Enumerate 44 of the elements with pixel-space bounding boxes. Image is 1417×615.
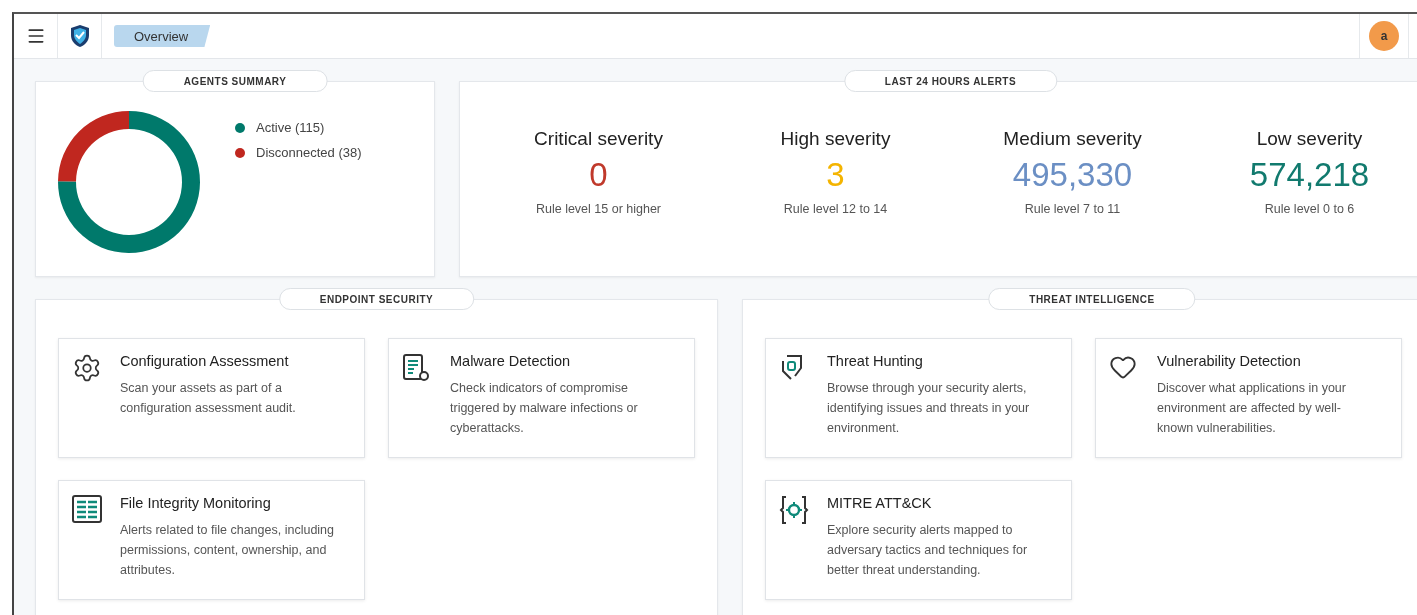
severity-label: Low severity: [1256, 128, 1363, 150]
alert-count: 574,218: [1249, 156, 1370, 194]
table-icon: [72, 495, 102, 523]
alert-count: 495,330: [1012, 156, 1133, 194]
card-description: Explore security alerts mapped to adversary tactics and techniques for better threat understanding.: [827, 522, 1029, 579]
card-title: Malware Detection: [450, 353, 572, 369]
feature-card[interactable]: MITRE ATT&CK Explore security alerts mapped to adversary tactics and techniques for better threat understanding.: [765, 480, 1072, 600]
rule-level-text: Rule level 15 or higher: [535, 202, 662, 216]
rule-level-text: Rule level 0 to 6: [1264, 202, 1355, 216]
user-avatar[interactable]: a: [1369, 21, 1399, 51]
shield-logo-icon: [68, 24, 91, 48]
legend-label: Active (115): [256, 120, 325, 135]
card-description: Check indicators of compromise triggered by malware infections or cyberattacks.: [450, 380, 639, 437]
rule-level-text: Rule level 7 to 11: [1024, 202, 1121, 216]
alert-count: 0: [589, 156, 608, 194]
section-title: THREAT INTELLIGENCE: [988, 288, 1196, 310]
section-title: AGENTS SUMMARY: [142, 70, 328, 92]
feature-card[interactable]: Vulnerability Detection Discover what applications in your environment are affected by well-known vulnerabilities.: [1095, 338, 1402, 458]
alert-count: 3: [826, 156, 845, 194]
severity-label: Medium severity: [1003, 128, 1142, 150]
document-gear-icon: [402, 353, 430, 383]
card-title: File Integrity Monitoring: [120, 495, 272, 511]
section-title: LAST 24 HOURS ALERTS: [843, 70, 1058, 92]
severity-label: Critical severity: [534, 128, 663, 150]
card-title: MITRE ATT&CK: [827, 495, 933, 511]
severity-label: High severity: [780, 128, 891, 150]
card-description: Browse through your security alerts, identifying issues and threats in your environment.: [827, 380, 1031, 437]
card-description: Alerts related to file changes, including permissions, content, ownership, and attributes.: [120, 522, 335, 579]
feature-card[interactable]: Malware Detection Check indicators of compromise triggered by malware infections or cyberattacks.: [388, 338, 695, 458]
feature-card[interactable]: Threat Hunting Browse through your security alerts, identifying issues and threats in your environment.: [765, 338, 1072, 458]
gear-icon: [72, 353, 102, 383]
card-description: Discover what applications in your environment are affected by well-known vulnerabilities.: [1157, 380, 1347, 437]
legend-label: Disconnected (38): [256, 145, 362, 160]
feature-card[interactable]: File Integrity Monitoring Alerts related to file changes, including permissions, content, ownership, and attributes.: [58, 480, 365, 600]
card-title: Configuration Assessment: [120, 353, 290, 369]
overview-tab[interactable]: Overview: [114, 25, 211, 47]
feature-card[interactable]: Configuration Assessment Scan your assets as part of a configuration assessment audit.: [58, 338, 365, 458]
card-title: Vulnerability Detection: [1157, 353, 1302, 369]
rule-level-text: Rule level 12 to 14: [783, 202, 888, 216]
card-title: Threat Hunting: [827, 353, 924, 369]
card-description: Scan your assets as part of a configuration assessment audit.: [120, 380, 297, 417]
section-title: ENDPOINT SECURITY: [278, 288, 475, 310]
braces-target-icon: [779, 495, 809, 525]
shield-icon: [779, 353, 805, 381]
